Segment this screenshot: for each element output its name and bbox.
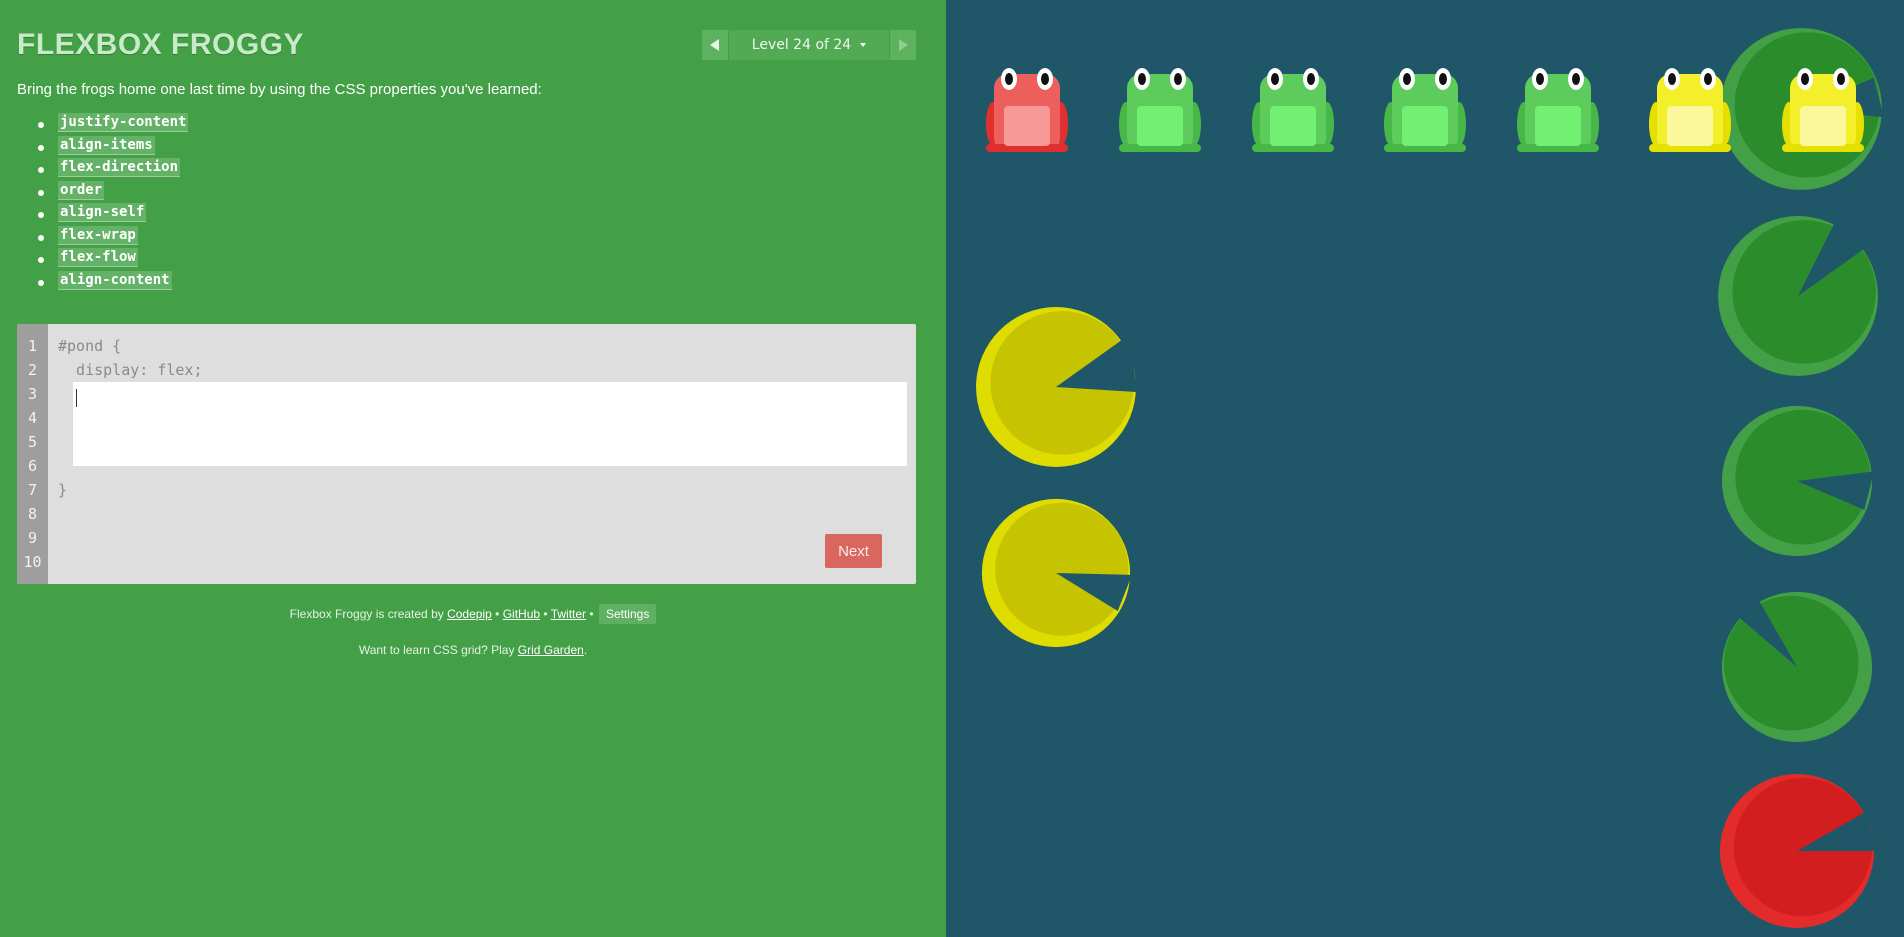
property-item: justify-content xyxy=(38,113,189,137)
lilypad-yellow xyxy=(976,307,1138,467)
grid-garden-promo: Want to learn CSS grid? Play Grid Garden… xyxy=(0,643,946,657)
codepip-link[interactable]: Codepip xyxy=(447,607,492,621)
line-number: 2 xyxy=(27,361,38,379)
property-code[interactable]: flex-wrap xyxy=(58,225,138,245)
pond xyxy=(946,0,1904,937)
property-code[interactable]: flex-flow xyxy=(58,248,138,267)
css-code-input[interactable] xyxy=(73,382,907,466)
level-dropdown[interactable]: Level 24 of 24 xyxy=(729,30,889,60)
level-navigation: Level 24 of 24 xyxy=(702,30,916,60)
property-code[interactable]: align-self xyxy=(58,203,147,222)
instructions: Bring the frogs home one last time by us… xyxy=(17,81,542,98)
property-code[interactable]: justify-content xyxy=(58,113,189,132)
frog-green xyxy=(1384,68,1466,152)
lilypad-green xyxy=(1721,591,1873,743)
sidebar: FLEXBOX FROGGY Level 24 of 24 Bring the … xyxy=(0,0,946,937)
text-cursor xyxy=(76,389,77,407)
property-item: order xyxy=(38,180,188,205)
lilypad-green xyxy=(1721,405,1874,557)
frog-green xyxy=(1119,68,1201,152)
frog-yellow xyxy=(1649,68,1731,152)
bullet: • xyxy=(543,607,548,621)
level-label: Level 24 of 24 xyxy=(751,37,852,53)
property-code[interactable]: flex-direction xyxy=(58,158,181,177)
game-title: FLEXBOX FROGGY xyxy=(17,28,305,61)
frog-red xyxy=(986,68,1068,152)
line-number: 7 xyxy=(27,481,38,499)
line-number: 10 xyxy=(23,553,42,571)
code-line-display: display: flex; xyxy=(58,361,203,379)
code-line-closing-brace: } xyxy=(58,481,68,499)
line-number: 8 xyxy=(27,505,38,523)
property-item: flex-wrap xyxy=(38,225,188,250)
line-number: 9 xyxy=(27,529,38,547)
previous-level-button[interactable] xyxy=(702,30,728,60)
next-button[interactable]: Next xyxy=(825,534,882,568)
grid-garden-link[interactable]: Grid Garden xyxy=(518,643,584,657)
settings-button[interactable]: Settings xyxy=(598,604,657,624)
property-list: justify-content align-items flex-directi… xyxy=(38,113,189,295)
lilypad-green xyxy=(1718,214,1878,376)
github-link[interactable]: GitHub xyxy=(503,607,540,621)
frog-yellow xyxy=(1782,68,1864,152)
line-number: 3 xyxy=(27,385,38,403)
line-number: 1 xyxy=(27,337,38,355)
credits: Flexbox Froggy is created by Codepip • G… xyxy=(0,604,946,624)
arrow-right-icon xyxy=(899,39,908,51)
credits-text: Flexbox Froggy is created by xyxy=(289,607,444,621)
line-number: 6 xyxy=(27,457,38,475)
arrow-left-icon xyxy=(710,39,719,51)
lilypad-yellow xyxy=(981,498,1132,648)
bullet: • xyxy=(495,607,500,621)
property-item: align-items xyxy=(38,135,188,160)
frog-green xyxy=(1252,68,1334,152)
grid-promo-text: Want to learn CSS grid? Play xyxy=(358,643,515,657)
property-item: flex-flow xyxy=(38,248,188,272)
property-code[interactable]: align-items xyxy=(58,135,155,155)
property-code[interactable]: order xyxy=(58,180,105,200)
line-number-gutter: 1 2 3 4 5 6 7 8 9 10 xyxy=(17,324,48,584)
property-code[interactable]: align-content xyxy=(58,270,172,290)
lilypad-red xyxy=(1719,773,1876,929)
code-line-selector: #pond { xyxy=(58,337,122,355)
property-item: align-self xyxy=(38,203,188,227)
bullet: • xyxy=(589,607,594,621)
twitter-link[interactable]: Twitter xyxy=(551,607,586,621)
line-number: 5 xyxy=(27,433,38,451)
property-item: align-content xyxy=(38,270,188,295)
next-level-button[interactable] xyxy=(890,30,916,60)
property-item: flex-direction xyxy=(38,158,188,182)
frog-green xyxy=(1517,68,1599,152)
line-number: 4 xyxy=(27,409,38,427)
grid-promo-period: . xyxy=(583,643,588,657)
css-editor: 1 2 3 4 5 6 7 8 9 10 #pond { display: fl… xyxy=(17,324,916,584)
caret-down-icon xyxy=(860,43,867,47)
